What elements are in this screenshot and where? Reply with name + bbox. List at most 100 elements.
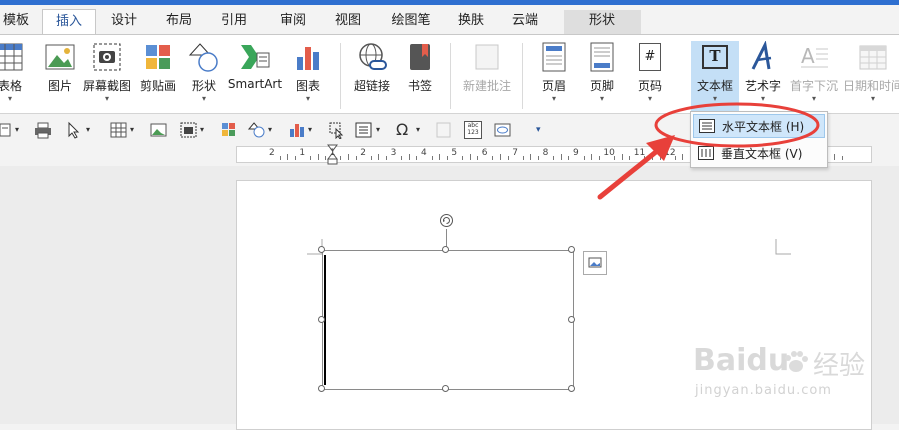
bookmark-icon [404,41,436,73]
tab-skin[interactable]: 换肤 [451,9,491,35]
tab-insert[interactable]: 插入 [42,9,96,36]
smartart-button[interactable]: SmartArt [226,41,284,91]
annotation-overlay [597,102,820,200]
chevron-down-icon[interactable]: ▾ [200,121,204,139]
bookmark-button[interactable]: 书签 [402,41,438,94]
chevron-down-icon: ▾ [870,94,875,103]
hash-glyph: # [644,49,656,64]
ruler-number: 3 [390,148,397,158]
shapes-icon [188,41,220,73]
ruler-number: 8 [542,148,549,158]
customize-toolbar-icon[interactable]: ▾ [536,121,541,139]
preview-icon[interactable] [494,121,512,139]
ruler-tick [378,154,380,160]
tab-references[interactable]: 引用 [214,9,254,35]
chevron-down-icon[interactable]: ▾ [416,121,420,139]
chevron-down-icon[interactable]: ▾ [268,121,272,139]
chart-button[interactable]: 图表 ▾ [290,41,326,104]
ruler-number: 9 [573,148,579,158]
word-count-icon[interactable]: abc 123 [464,121,482,139]
ruler-tick [317,154,319,160]
globe-link-icon [356,41,388,73]
tab-view[interactable]: 视图 [328,9,368,35]
resize-handle[interactable] [568,246,575,253]
screenshot-small-icon[interactable] [180,121,198,139]
ruler-tick [842,156,843,160]
dropcap-label: 首字下沉 [789,79,838,93]
ruler-tick [568,156,570,160]
layout-options-icon[interactable] [583,251,607,275]
resize-handle[interactable] [442,385,449,392]
picture-icon [44,41,76,73]
ruler-number: 5 [451,148,458,158]
shapes-button[interactable]: 形状 ▾ [186,41,222,104]
print-icon[interactable] [34,121,52,139]
table-icon [0,41,26,73]
insert-picture-icon[interactable] [150,121,168,139]
chevron-down-icon: ▾ [104,94,109,103]
header-button[interactable]: 页眉 ▾ [536,41,572,104]
clipart-small-icon[interactable] [220,121,238,139]
comment-small-icon[interactable] [436,121,452,139]
select-object-icon[interactable] [328,121,346,139]
new-comment-button[interactable]: 新建批注 [460,41,514,94]
textbox-icon: T [702,45,728,69]
t-glyph: T [709,47,721,65]
footer-icon [586,41,618,73]
ruler-tick [530,154,532,160]
picture-label: 图片 [47,79,72,93]
bar-chart-icon [292,41,324,73]
chevron-down-icon[interactable]: ▾ [376,121,380,139]
ruler-tick [431,156,433,160]
resize-handle[interactable] [442,246,449,253]
page-layout-icon[interactable] [0,121,14,139]
ruler-tick [553,156,555,160]
shapes-small-icon[interactable] [248,121,266,139]
omega-symbol-icon[interactable]: Ω [396,121,408,139]
clipart-icon [142,41,174,73]
ruler-tick [355,156,357,160]
page-number-label: 页码 [637,79,662,93]
tab-shape-format[interactable]: 形状 [582,9,622,35]
clipart-button[interactable]: 剪贴画 [138,41,178,94]
document-page[interactable]: Baidu 经验 jingyan.baidu.com [236,180,872,430]
ruler-tick [469,154,471,160]
screenshot-button[interactable]: 屏幕截图 ▾ [82,41,132,104]
resize-handle[interactable] [568,385,575,392]
picture-button[interactable]: 图片 [40,41,80,94]
chevron-down-icon[interactable]: ▾ [130,121,134,139]
word-count-top: abc [467,122,479,129]
watermark-url: jingyan.baidu.com [695,383,832,398]
dropcap-icon: A [798,41,830,73]
resize-handle[interactable] [568,316,575,323]
insert-table-icon[interactable] [110,121,128,139]
tab-design[interactable]: 设计 [104,9,144,35]
tab-layout[interactable]: 布局 [159,9,199,35]
table-button[interactable]: 表格 ▾ [0,41,26,104]
tab-cloud[interactable]: 云端 [505,9,545,35]
tab-template[interactable]: 模板 [0,9,36,35]
chevron-down-icon[interactable]: ▾ [15,121,19,139]
ruler-tick [386,156,387,160]
hyperlink-button[interactable]: 超链接 [351,41,393,94]
resize-handle[interactable] [318,246,325,253]
datetime-button[interactable]: 日期和时间 ▾ [842,41,899,104]
textbox-small-icon[interactable] [355,121,373,139]
ruler-tick [522,156,524,160]
chevron-down-icon[interactable]: ▾ [308,121,312,139]
tab-review[interactable]: 审阅 [273,9,313,35]
shapes-label: 形状 [191,79,216,93]
resize-handle[interactable] [318,385,325,392]
textbox-shape[interactable] [322,250,574,390]
word-count-bottom: 123 [467,129,479,136]
chevron-down-icon[interactable]: ▾ [86,121,90,139]
rotate-handle-icon[interactable] [439,213,454,228]
ruler-tick [340,156,342,160]
screenshot-label: 屏幕截图 [82,79,131,93]
cursor-select-icon[interactable] [66,121,80,139]
chart-small-icon[interactable] [288,121,306,139]
tab-draw[interactable]: 绘图笔 [384,9,438,35]
ruler-number: 6 [481,148,488,158]
ruler-tick [408,154,410,160]
resize-handle[interactable] [318,316,325,323]
